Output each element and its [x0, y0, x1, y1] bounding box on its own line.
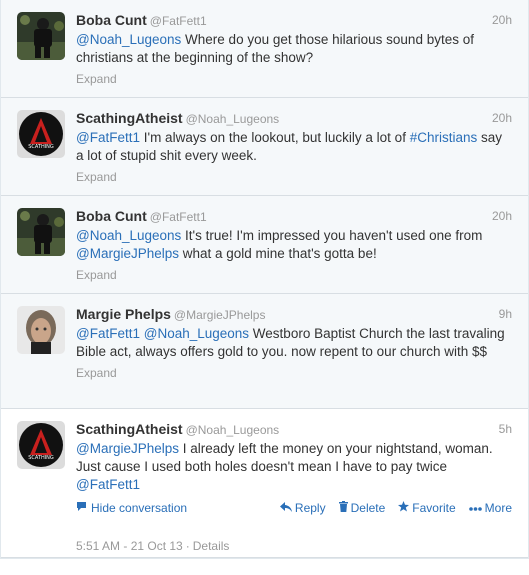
tweet[interactable]: 20h Boba Cunt @FatFett1 @Noah_Lugeons Whe…	[1, 0, 528, 98]
text-segment: It's true! I'm impressed you haven't use…	[181, 228, 483, 243]
tweet-content: Boba Cunt @FatFett1 @Noah_Lugeons It's tr…	[76, 196, 528, 294]
fullname[interactable]: Margie Phelps	[76, 306, 171, 322]
tweet[interactable]: 9h Margie Phelps @MargieJPhelps @FatFett1…	[1, 294, 528, 409]
username[interactable]: @Noah_Lugeons	[186, 423, 280, 437]
hashtag-link[interactable]: #Christians	[410, 130, 478, 145]
action-buttons: Reply Delete Favorite More	[279, 501, 512, 515]
tweet-time[interactable]: 5h	[499, 422, 512, 436]
more-label: More	[484, 501, 512, 515]
mention-link[interactable]: @MargieJPhelps	[76, 441, 179, 456]
mention-link[interactable]: @FatFett1	[76, 477, 140, 492]
fullname[interactable]: ScathingAtheist	[76, 110, 183, 126]
tweet-text: @FatFett1 I'm always on the lookout, but…	[76, 129, 512, 165]
mention-link[interactable]: @MargieJPhelps	[76, 246, 179, 261]
username[interactable]: @Noah_Lugeons	[186, 112, 280, 126]
username[interactable]: @FatFett1	[150, 210, 207, 224]
mention-link[interactable]: @FatFett1	[76, 326, 140, 341]
tweet-header: Boba Cunt @FatFett1	[76, 12, 512, 30]
mention-link[interactable]: @Noah_Lugeons	[76, 228, 181, 243]
reply-button[interactable]: Reply	[279, 501, 326, 515]
conversation-stream: 20h Boba Cunt @FatFett1 @Noah_Lugeons Whe…	[0, 0, 529, 559]
hide-conversation-button[interactable]: Hide conversation	[76, 501, 187, 515]
tweet-content: ScathingAtheist @Noah_Lugeons @MargieJPhe…	[76, 409, 528, 575]
mention-link[interactable]: @Noah_Lugeons	[144, 326, 249, 341]
tweet-header: ScathingAtheist @Noah_Lugeons	[76, 421, 512, 439]
details-link[interactable]: Details	[193, 539, 230, 553]
tweet[interactable]: 20h Boba Cunt @FatFett1 @Noah_Lugeons It'…	[1, 196, 528, 294]
svg-text:SCATHING: SCATHING	[28, 455, 54, 461]
svg-text:SCATHING: SCATHING	[28, 144, 54, 150]
tweet-time[interactable]: 20h	[492, 209, 512, 223]
expand-link[interactable]: Expand	[76, 268, 512, 294]
tweet-content: Margie Phelps @MargieJPhelps @FatFett1 @N…	[76, 294, 528, 392]
reply-arrow-icon	[279, 501, 292, 515]
hide-conversation-label: Hide conversation	[91, 501, 188, 515]
tweet-header: Margie Phelps @MargieJPhelps	[76, 306, 512, 324]
username[interactable]: @MargieJPhelps	[174, 308, 266, 322]
tweet-timestamp[interactable]: 5:51 AM - 21 Oct 13	[76, 539, 183, 553]
tweet-text: @MargieJPhelps I already left the money …	[76, 440, 512, 494]
expand-link[interactable]: Expand	[76, 170, 512, 196]
tweet-text: @Noah_Lugeons Where do you get those hil…	[76, 31, 512, 67]
tweet-header: Boba Cunt @FatFett1	[76, 208, 512, 226]
text-segment: what a gold mine that's gotta be!	[179, 246, 377, 261]
more-button[interactable]: More	[468, 501, 512, 515]
tweet-details: 5:51 AM - 21 Oct 13 · Details	[76, 517, 512, 575]
expand-link[interactable]: Expand	[76, 366, 512, 392]
star-icon	[398, 501, 410, 515]
separator: ·	[185, 539, 190, 553]
fullname[interactable]: Boba Cunt	[76, 208, 147, 224]
expand-link[interactable]: Expand	[76, 72, 512, 98]
avatar[interactable]: SCATHING	[17, 421, 65, 469]
fullname[interactable]: Boba Cunt	[76, 12, 147, 28]
favorite-label: Favorite	[412, 501, 456, 515]
username[interactable]: @FatFett1	[150, 14, 207, 28]
avatar[interactable]: SCATHING	[17, 110, 65, 158]
avatar[interactable]	[17, 208, 65, 256]
text-segment: I'm always on the lookout, but luckily a…	[139, 130, 410, 145]
ellipsis-icon	[468, 503, 482, 514]
trash-icon	[338, 501, 348, 515]
tweet-main[interactable]: SCATHING 5h ScathingAtheist @Noah_Lugeons…	[1, 409, 528, 558]
tweet-content: ScathingAtheist @Noah_Lugeons @FatFett1 I…	[76, 98, 528, 196]
tweet-text: @Noah_Lugeons It's true! I'm impressed y…	[76, 227, 512, 263]
delete-label: Delete	[350, 501, 386, 515]
tweet-time[interactable]: 9h	[499, 307, 512, 321]
mention-link[interactable]: @Noah_Lugeons	[76, 32, 181, 47]
delete-button[interactable]: Delete	[338, 501, 386, 515]
tweet-text: @FatFett1 @Noah_Lugeons Westboro Baptist…	[76, 325, 512, 361]
tweet-header: ScathingAtheist @Noah_Lugeons	[76, 110, 512, 128]
tweet-content: Boba Cunt @FatFett1 @Noah_Lugeons Where d…	[76, 0, 528, 98]
tweet-time[interactable]: 20h	[492, 111, 512, 125]
favorite-button[interactable]: Favorite	[398, 501, 456, 515]
tweet[interactable]: SCATHING 20h ScathingAtheist @Noah_Lugeon…	[1, 98, 528, 196]
avatar[interactable]	[17, 306, 65, 354]
avatar[interactable]	[17, 12, 65, 60]
reply-label: Reply	[294, 501, 326, 515]
tweet-actions: Hide conversation Reply Delete Favorite …	[76, 499, 512, 517]
tweet-time[interactable]: 20h	[492, 13, 512, 27]
fullname[interactable]: ScathingAtheist	[76, 421, 183, 437]
speech-bubble-icon	[76, 501, 87, 515]
mention-link[interactable]: @FatFett1	[76, 130, 140, 145]
